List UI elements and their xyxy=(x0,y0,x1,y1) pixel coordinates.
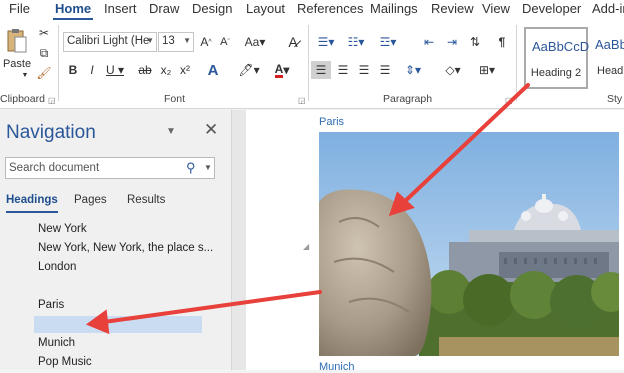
shrink-font-icon[interactable]: Aˇ xyxy=(216,33,234,51)
text-effects-icon[interactable]: A xyxy=(205,61,221,79)
tab-file[interactable]: File xyxy=(9,1,30,16)
heading-item-selected[interactable] xyxy=(34,316,202,333)
underline-icon[interactable]: U ▾ xyxy=(104,61,126,79)
chevron-down-icon: ▼ xyxy=(183,36,191,45)
style-heading[interactable]: AaBb Head xyxy=(591,27,624,89)
cut-icon[interactable]: ✂ xyxy=(36,25,52,41)
pane-options-icon[interactable]: ▼ xyxy=(166,126,176,137)
align-left-icon[interactable]: ☰ xyxy=(311,61,331,79)
tab-headings[interactable]: Headings xyxy=(6,194,58,213)
grow-font-icon[interactable]: A ^ xyxy=(197,33,215,51)
paragraph-launcher-icon[interactable]: ◲ xyxy=(505,96,513,105)
paris-photo[interactable] xyxy=(319,132,619,356)
font-name-value: Calibri Light (He xyxy=(67,35,150,47)
style-name: Head xyxy=(597,65,624,77)
heading-item[interactable]: New York, New York, the place s... xyxy=(38,242,213,254)
search-placeholder: Search document xyxy=(9,162,100,174)
font-group-label: Font xyxy=(164,93,186,105)
chevron-down-icon[interactable]: ▼ xyxy=(204,163,212,172)
tab-pages[interactable]: Pages xyxy=(74,194,107,206)
font-size-combo[interactable]: 13 ▼ xyxy=(158,32,194,52)
navigation-pane: Navigation ▼ ✕ Search document ⚲ ▼ Headi… xyxy=(0,110,232,370)
align-center-icon[interactable]: ☰ xyxy=(334,61,352,79)
group-divider xyxy=(516,25,517,101)
heading-item[interactable]: Pop Music xyxy=(38,356,92,368)
show-formatting-icon[interactable]: ¶ xyxy=(495,33,509,51)
superscript-icon[interactable]: x² xyxy=(177,61,193,79)
italic-icon[interactable]: I xyxy=(85,61,99,79)
heading-item[interactable]: Munich xyxy=(38,337,75,349)
decrease-indent-icon[interactable]: ⇤ xyxy=(420,33,438,51)
paste-label[interactable]: Paste xyxy=(3,57,31,71)
tab-view[interactable]: View xyxy=(482,1,510,16)
tab-insert[interactable]: Insert xyxy=(104,1,137,16)
increase-indent-icon[interactable]: ⇥ xyxy=(443,33,461,51)
tab-references[interactable]: References xyxy=(297,1,363,16)
tab-draw[interactable]: Draw xyxy=(149,1,179,16)
tab-design[interactable]: Design xyxy=(192,1,232,16)
bullets-icon[interactable]: ☰▾ xyxy=(313,33,339,51)
paste-icon xyxy=(7,29,27,53)
subscript-icon[interactable]: x₂ xyxy=(158,61,174,79)
heading-item[interactable]: New York xyxy=(38,223,87,235)
tab-mailings[interactable]: Mailings xyxy=(370,1,418,16)
clipboard-launcher-icon[interactable]: ◲ xyxy=(48,96,56,105)
group-divider xyxy=(308,25,309,101)
paragraph-group-label: Paragraph xyxy=(383,93,433,105)
tab-developer[interactable]: Developer xyxy=(522,1,581,16)
borders-icon[interactable]: ⊞▾ xyxy=(474,61,500,79)
search-document-input[interactable]: Search document ⚲ ▼ xyxy=(5,157,215,179)
paris-photo-illustration xyxy=(319,132,619,356)
search-icon[interactable]: ⚲ xyxy=(186,160,196,176)
caption-paris[interactable]: Paris xyxy=(319,116,344,128)
style-heading-2[interactable]: AaBbCcD Heading 2 xyxy=(524,27,590,89)
collapse-heading-icon[interactable]: ◢ xyxy=(303,242,309,251)
tab-results[interactable]: Results xyxy=(127,194,165,206)
clear-formatting-icon[interactable]: A̷ xyxy=(283,33,303,51)
font-name-combo[interactable]: Calibri Light (He ▼ xyxy=(63,32,157,52)
tab-home[interactable]: Home xyxy=(52,1,94,20)
format-painter-icon[interactable]: 🖌 xyxy=(36,65,52,81)
ribbon-tab-bar: File Home Insert Draw Design Layout Refe… xyxy=(0,0,624,21)
tab-review[interactable]: Review xyxy=(431,1,474,16)
style-name: Heading 2 xyxy=(530,67,582,79)
multilevel-list-icon[interactable]: ☲▾ xyxy=(373,33,403,51)
tab-layout[interactable]: Layout xyxy=(246,1,285,16)
caption-munich[interactable]: Munich xyxy=(319,361,354,373)
paste-dropdown-icon[interactable]: ▼ xyxy=(21,71,29,79)
sort-icon[interactable]: ⇅ xyxy=(466,33,484,51)
bold-icon[interactable]: B xyxy=(66,61,80,79)
style-sample: AaBb xyxy=(595,37,624,52)
line-spacing-icon[interactable]: ⇕▾ xyxy=(401,61,425,79)
style-sample: AaBbCcD xyxy=(532,39,590,54)
ribbon: Paste ▼ ✂ ⧉ 🖌 Clipboard ◲ Calibri Light … xyxy=(0,21,624,109)
font-color-icon[interactable]: A ▾ xyxy=(270,61,294,79)
chevron-down-icon: ▼ xyxy=(146,36,154,45)
paste-button[interactable] xyxy=(4,25,30,57)
tab-add-ins[interactable]: Add-in xyxy=(592,1,624,16)
clipboard-group-label: Clipboard xyxy=(0,93,45,105)
heading-item[interactable]: Paris xyxy=(38,299,64,311)
styles-group-label: Sty xyxy=(607,93,623,105)
navigation-title: Navigation xyxy=(6,122,96,143)
copy-icon[interactable]: ⧉ xyxy=(36,45,52,61)
font-size-value: 13 xyxy=(162,35,175,47)
align-right-icon[interactable]: ☰ xyxy=(355,61,373,79)
heading-item[interactable]: London xyxy=(38,261,76,273)
change-case-icon[interactable]: Aa▾ xyxy=(243,33,267,51)
font-launcher-icon[interactable]: ◲ xyxy=(298,96,306,105)
highlight-icon[interactable]: 🖊▾ xyxy=(237,61,261,79)
justify-icon[interactable]: ☰ xyxy=(376,61,394,79)
close-icon[interactable]: ✕ xyxy=(204,120,218,140)
numbering-icon[interactable]: ☷▾ xyxy=(343,33,369,51)
shading-icon[interactable]: ◇▾ xyxy=(441,61,465,79)
group-divider xyxy=(58,25,59,101)
strikethrough-icon[interactable]: ab xyxy=(137,61,153,79)
